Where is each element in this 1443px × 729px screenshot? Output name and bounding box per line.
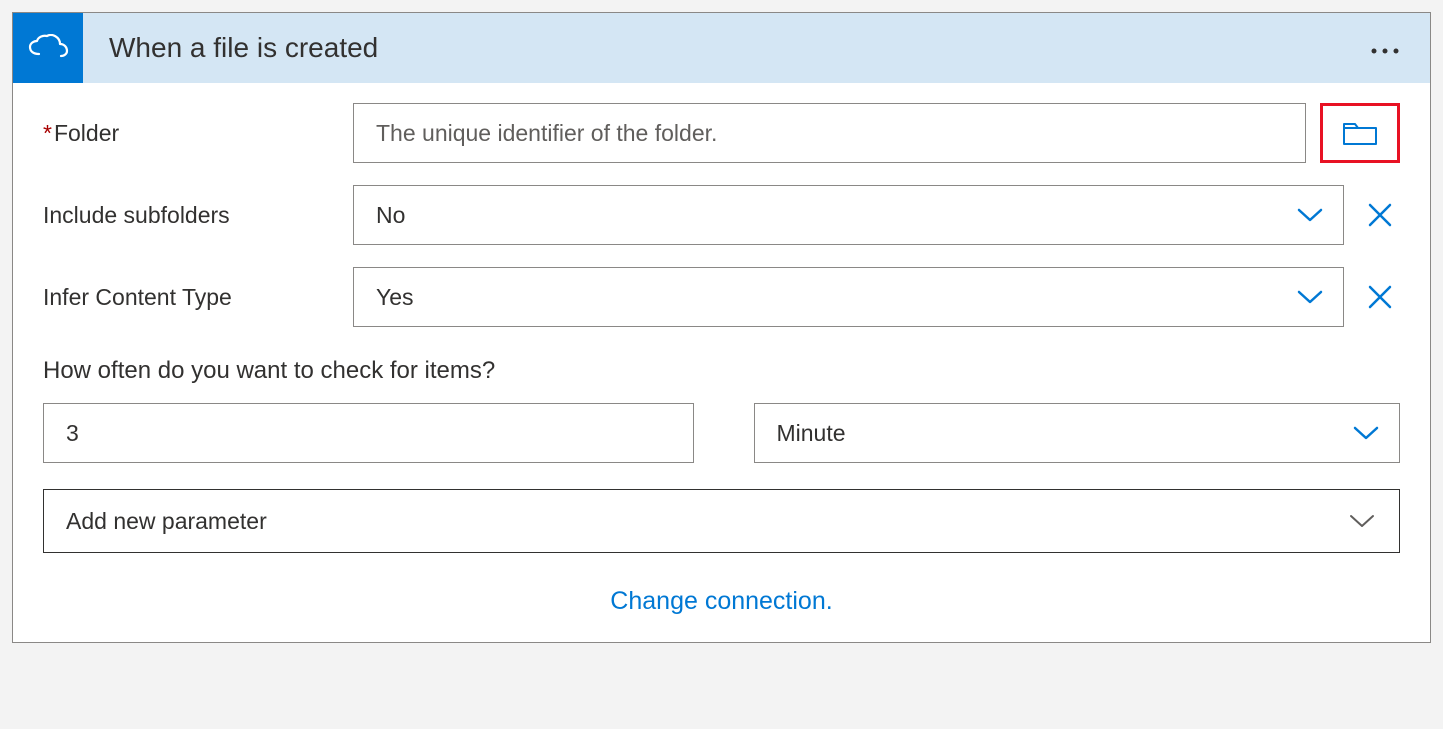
chevron-down-icon	[1347, 512, 1377, 530]
close-icon	[1366, 201, 1394, 229]
infer-content-type-row: Infer Content Type Yes	[43, 267, 1400, 327]
more-menu-button[interactable]	[1340, 34, 1430, 62]
change-connection-link[interactable]: Change connection.	[610, 587, 832, 615]
include-subfolders-value: No	[376, 202, 405, 229]
trigger-card: When a file is created *Folder Include s…	[12, 12, 1431, 643]
add-parameter-label: Add new parameter	[66, 508, 267, 535]
folder-picker-button[interactable]	[1320, 103, 1400, 163]
polling-interval-input[interactable]	[43, 403, 694, 463]
change-connection-row: Change connection.	[43, 573, 1400, 618]
polling-unit-select[interactable]: Minute	[754, 403, 1401, 463]
include-subfolders-label: Include subfolders	[43, 202, 353, 229]
polling-row: Minute	[43, 403, 1400, 463]
card-title: When a file is created	[83, 32, 1340, 64]
polling-unit-value: Minute	[777, 420, 846, 447]
onedrive-icon	[13, 13, 83, 83]
chevron-down-icon	[1295, 288, 1325, 306]
folder-icon	[1340, 118, 1380, 148]
remove-include-subfolders-button[interactable]	[1360, 195, 1400, 235]
close-icon	[1366, 283, 1394, 311]
infer-content-type-select[interactable]: Yes	[353, 267, 1344, 327]
required-marker: *	[43, 120, 52, 146]
card-body: *Folder Include subfolders No	[13, 83, 1430, 642]
include-subfolders-row: Include subfolders No	[43, 185, 1400, 245]
add-parameter-select[interactable]: Add new parameter	[43, 489, 1400, 553]
remove-infer-content-type-button[interactable]	[1360, 277, 1400, 317]
folder-label: *Folder	[43, 120, 353, 147]
chevron-down-icon	[1295, 206, 1325, 224]
folder-row: *Folder	[43, 103, 1400, 163]
infer-content-type-value: Yes	[376, 284, 414, 311]
chevron-down-icon	[1351, 424, 1381, 442]
infer-content-type-label: Infer Content Type	[43, 284, 353, 311]
folder-input[interactable]	[353, 103, 1306, 163]
polling-question: How often do you want to check for items…	[43, 357, 1400, 385]
include-subfolders-select[interactable]: No	[353, 185, 1344, 245]
card-header: When a file is created	[13, 13, 1430, 83]
